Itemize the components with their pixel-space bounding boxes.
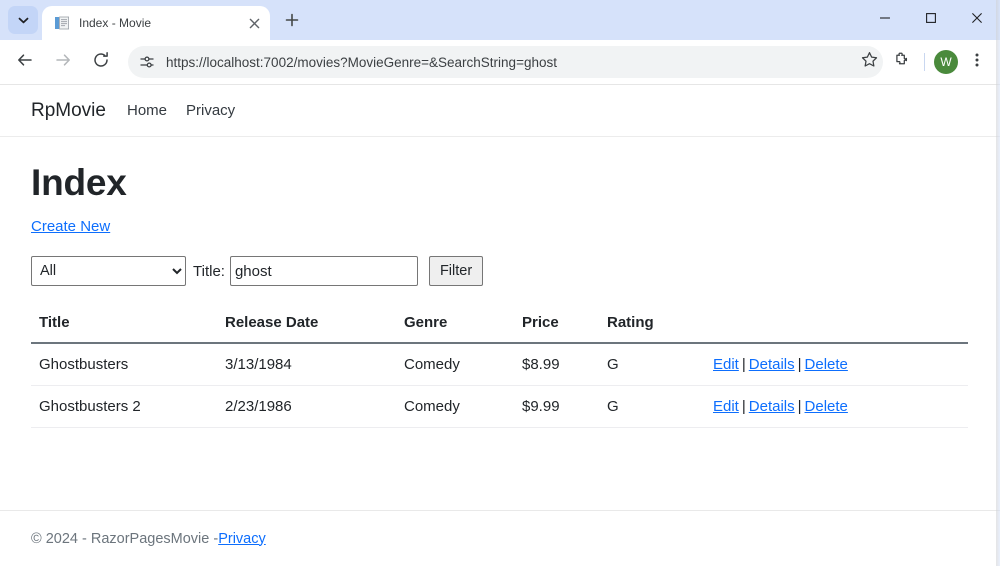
page-viewport: RpMovie Home Privacy Index Create New Al… [0, 85, 1000, 566]
close-icon [971, 11, 983, 29]
nav-link-home[interactable]: Home [127, 102, 167, 119]
browser-toolbar: https://localhost:7002/movies?MovieGenre… [0, 40, 1000, 85]
new-tab-button[interactable] [278, 8, 306, 36]
column-header-actions [713, 314, 968, 344]
movies-table: Title Release Date Genre Price Rating Gh… [31, 314, 968, 428]
create-new-link[interactable]: Create New [31, 218, 110, 235]
cell-price: $9.99 [522, 385, 607, 428]
table-header-row: Title Release Date Genre Price Rating [31, 314, 968, 344]
minimize-icon [879, 11, 891, 29]
details-link[interactable]: Details [749, 356, 795, 373]
arrow-left-icon [16, 51, 34, 74]
minimize-button[interactable] [862, 0, 908, 40]
reload-button[interactable] [84, 45, 118, 79]
back-button[interactable] [8, 45, 42, 79]
star-icon [861, 51, 878, 73]
cell-rating: G [607, 343, 713, 386]
site-footer: © 2024 - RazorPagesMovie - Privacy [0, 510, 1000, 566]
url-text: https://localhost:7002/movies?MovieGenre… [166, 54, 557, 70]
browser-window: Index - Movie https://localhost:7002/mov… [0, 0, 1000, 566]
cell-genre: Comedy [404, 385, 522, 428]
action-separator: | [741, 398, 746, 415]
cell-release-date: 2/23/1986 [225, 385, 404, 428]
page-title: Index [31, 162, 127, 203]
cell-actions: Edit | Details | Delete [713, 385, 968, 428]
tab-close-button[interactable] [244, 13, 264, 33]
footer-privacy-link[interactable]: Privacy [218, 531, 266, 547]
page-content: Index Create New All Title: Filter Title… [0, 162, 1000, 428]
cell-actions: Edit | Details | Delete [713, 343, 968, 386]
document-icon [54, 15, 70, 31]
cell-rating: G [607, 385, 713, 428]
reload-icon [92, 51, 110, 74]
search-input[interactable] [229, 256, 418, 286]
cell-title: Ghostbusters [31, 343, 225, 386]
site-navbar: RpMovie Home Privacy [0, 85, 1000, 137]
edit-link[interactable]: Edit [713, 398, 739, 415]
chevron-down-icon [18, 15, 29, 26]
column-header-rating: Rating [607, 314, 713, 344]
cell-price: $8.99 [522, 343, 607, 386]
browser-menu-button[interactable] [962, 47, 992, 77]
maximize-button[interactable] [908, 0, 954, 40]
tab-strip: Index - Movie [0, 0, 1000, 40]
tab-search-button[interactable] [8, 6, 38, 34]
tune-icon[interactable] [134, 49, 160, 75]
column-header-genre: Genre [404, 314, 522, 344]
browser-tab[interactable]: Index - Movie [42, 6, 270, 40]
edit-link[interactable]: Edit [713, 356, 739, 373]
footer-copyright: © 2024 - RazorPagesMovie - [31, 530, 219, 547]
three-dots-vertical-icon [969, 52, 985, 73]
avatar[interactable]: W [934, 50, 958, 74]
delete-link[interactable]: Delete [805, 398, 848, 415]
site-brand[interactable]: RpMovie [31, 100, 106, 122]
nav-link-privacy[interactable]: Privacy [186, 102, 235, 119]
window-right-edge [996, 0, 1000, 566]
arrow-right-icon [54, 51, 72, 74]
delete-link[interactable]: Delete [805, 356, 848, 373]
genre-select[interactable]: All [31, 256, 186, 286]
cell-title: Ghostbusters 2 [31, 385, 225, 428]
toolbar-divider [924, 53, 925, 71]
details-link[interactable]: Details [749, 398, 795, 415]
action-separator: | [797, 356, 802, 373]
title-label: Title: [193, 262, 225, 280]
close-window-button[interactable] [954, 0, 1000, 40]
cell-release-date: 3/13/1984 [225, 343, 404, 386]
action-separator: | [797, 398, 802, 415]
column-header-release-date: Release Date [225, 314, 404, 344]
plus-icon [285, 13, 299, 32]
extensions-button[interactable] [887, 47, 917, 77]
bookmark-button[interactable] [855, 48, 883, 76]
column-header-price: Price [522, 314, 607, 344]
puzzle-piece-icon [893, 51, 911, 74]
cell-genre: Comedy [404, 343, 522, 386]
column-header-title: Title [31, 314, 225, 344]
action-separator: | [741, 356, 746, 373]
tab-title: Index - Movie [79, 16, 152, 30]
filter-form: All Title: Filter [31, 256, 969, 286]
address-bar[interactable]: https://localhost:7002/movies?MovieGenre… [128, 46, 883, 78]
filter-button[interactable]: Filter [428, 256, 484, 286]
table-row: Ghostbusters 2 2/23/1986 Comedy $9.99 G … [31, 385, 968, 428]
table-row: Ghostbusters 3/13/1984 Comedy $8.99 G Ed… [31, 343, 968, 386]
window-controls [862, 0, 1000, 40]
forward-button[interactable] [46, 45, 80, 79]
maximize-icon [925, 11, 937, 29]
